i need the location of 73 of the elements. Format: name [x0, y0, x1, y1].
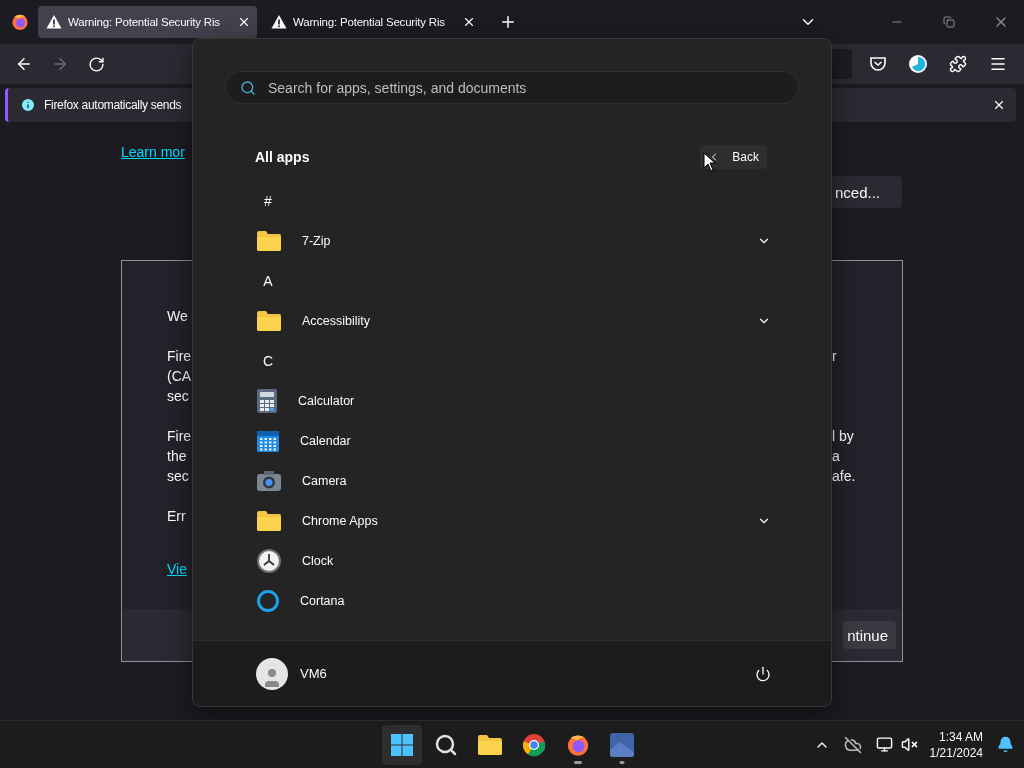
- body-text: Fire: [167, 347, 192, 366]
- body-text: l by: [832, 427, 854, 446]
- app-name[interactable]: 7-Zip: [302, 234, 737, 248]
- browser-tab[interactable]: Warning: Potential Security Ris: [38, 6, 257, 38]
- warning-icon: [271, 14, 287, 30]
- search-field[interactable]: Search for apps, settings, and documents: [225, 71, 799, 104]
- app-name[interactable]: Camera: [302, 474, 771, 488]
- new-tab-icon[interactable]: [499, 13, 517, 31]
- body-text: (CA: [167, 367, 192, 386]
- body-text: sec: [167, 387, 189, 406]
- learn-more-link[interactable]: Learn mor: [121, 144, 185, 160]
- avatar[interactable]: [256, 657, 288, 690]
- clock-icon: [256, 548, 282, 574]
- power-icon[interactable]: [755, 665, 771, 682]
- group-letter[interactable]: A: [256, 273, 280, 289]
- mute-icon[interactable]: [900, 736, 918, 753]
- close-icon[interactable]: [462, 15, 476, 29]
- calendar-icon: [256, 429, 280, 453]
- close-icon[interactable]: [237, 15, 251, 29]
- folder-icon: [256, 230, 282, 252]
- cloud-off-icon[interactable]: [843, 735, 862, 754]
- search-icon: [240, 79, 256, 96]
- app-name[interactable]: Chrome Apps: [302, 514, 737, 528]
- body-text: We: [167, 307, 188, 326]
- group-letter[interactable]: #: [256, 193, 280, 209]
- browser-logo-icon: [522, 732, 546, 757]
- pocket-icon[interactable]: [869, 55, 887, 73]
- section-heading: All apps: [255, 149, 310, 165]
- group-letter[interactable]: C: [256, 353, 280, 369]
- windows-logo-icon: [390, 732, 414, 757]
- continue-button[interactable]: ntinue: [843, 621, 896, 649]
- running-indicator: [574, 760, 582, 764]
- firefox-icon[interactable]: [11, 13, 29, 31]
- firefox-icon[interactable]: [566, 732, 590, 757]
- app-name[interactable]: Calculator: [298, 394, 771, 408]
- search-icon: [434, 732, 458, 757]
- user-name[interactable]: VM6: [300, 666, 327, 681]
- bell-icon[interactable]: [997, 736, 1014, 753]
- camera-icon: [256, 470, 282, 492]
- app-name[interactable]: Accessibility: [302, 314, 737, 328]
- account-icon[interactable]: [908, 54, 928, 74]
- reload-icon[interactable]: [87, 55, 105, 73]
- restore-icon[interactable]: [943, 16, 955, 28]
- body-text: Fire: [167, 427, 192, 446]
- extensions-icon[interactable]: [949, 55, 967, 73]
- close-icon[interactable]: [992, 98, 1006, 112]
- view-link[interactable]: Vie: [167, 561, 187, 577]
- folder-icon: [477, 733, 503, 756]
- body-text: sec: [167, 467, 189, 486]
- clock[interactable]: 1:34 AM 1/21/2024: [929, 728, 983, 761]
- folder-icon: [256, 510, 282, 532]
- info-icon: [20, 97, 36, 113]
- calculator-icon: [256, 388, 278, 414]
- body-text: afe.: [832, 467, 856, 486]
- body-text: a: [832, 447, 840, 466]
- taskbar-button[interactable]: [382, 724, 422, 765]
- app-name[interactable]: Calendar: [300, 434, 771, 448]
- app-window-icon: [609, 731, 635, 758]
- body-text: r: [832, 347, 837, 366]
- browser-tab[interactable]: Warning: Potential Security Ris: [263, 6, 482, 38]
- back-icon[interactable]: [15, 55, 33, 73]
- running-indicator: [619, 760, 625, 764]
- network-icon[interactable]: [875, 736, 893, 753]
- menu-icon[interactable]: [989, 55, 1007, 73]
- app-name[interactable]: Cortana: [300, 594, 771, 608]
- app-name[interactable]: Clock: [302, 554, 771, 568]
- warning-icon: [46, 14, 62, 30]
- body-text: the: [167, 447, 187, 466]
- folder-icon: [256, 310, 282, 332]
- body-text: Err: [167, 507, 186, 526]
- notification-text: Firefox automatically sends: [44, 98, 182, 112]
- ring-icon: [256, 589, 280, 613]
- cursor-icon: [703, 152, 717, 172]
